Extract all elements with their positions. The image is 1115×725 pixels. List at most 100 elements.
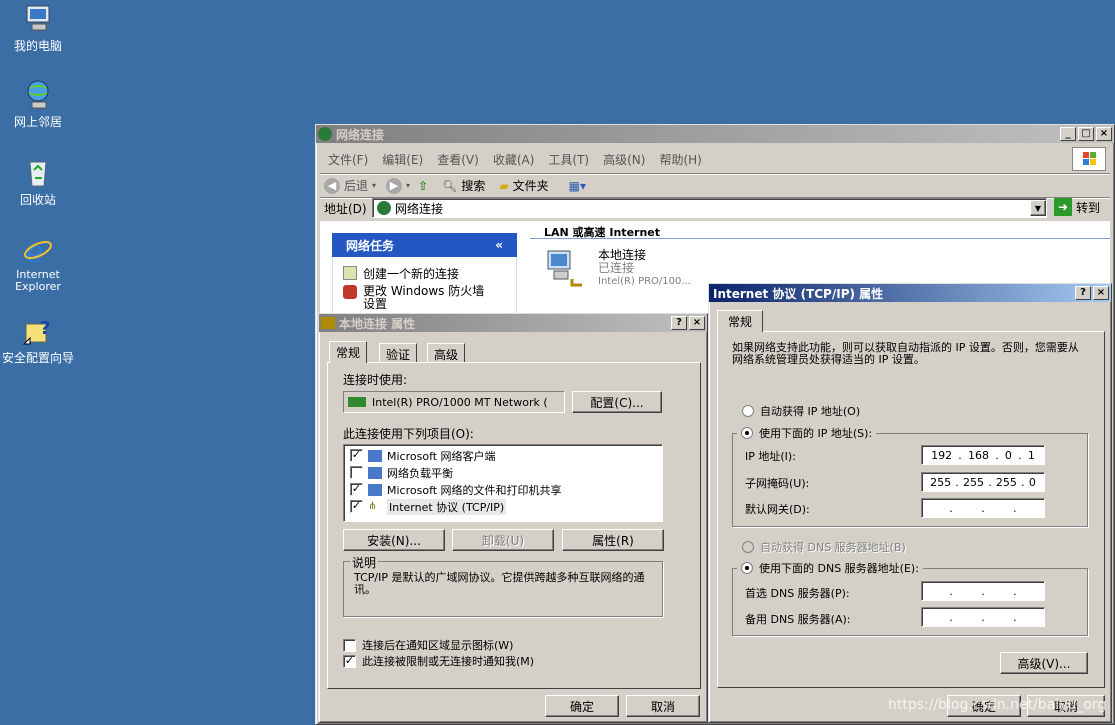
component-checkbox[interactable]: ✓: [350, 483, 363, 496]
menu-help[interactable]: 帮助(H): [659, 153, 701, 167]
notify-checkbox[interactable]: ✓: [343, 654, 356, 668]
component-checkbox[interactable]: [350, 466, 363, 479]
menu-tools[interactable]: 工具(T): [548, 153, 589, 167]
ok-button[interactable]: 确定: [545, 695, 619, 717]
desktop-icon-recycle-bin[interactable]: 回收站: [0, 156, 76, 208]
menu-file[interactable]: 文件(F): [328, 153, 368, 167]
tab-general[interactable]: 常规: [329, 341, 368, 363]
tab-authentication[interactable]: 验证: [379, 343, 418, 363]
collapse-icon[interactable]: «: [495, 238, 503, 252]
notify-option[interactable]: ✓ 此连接被限制或无连接时通知我(M): [343, 653, 534, 669]
folders-button-label[interactable]: 文件夹: [513, 177, 549, 194]
manual-ip-radio[interactable]: [741, 427, 753, 439]
show-icon-option[interactable]: 连接后在通知区域显示图标(W): [343, 637, 513, 653]
tab-panel: 如果网络支持此功能，则可以获取自动指派的 IP 设置。否则，您需要从网络系统管理…: [717, 331, 1105, 688]
back-dropdown-icon[interactable]: ▾: [372, 181, 376, 190]
desktop-icon-network-places[interactable]: 网上邻居: [0, 78, 76, 130]
explorer-titlebar[interactable]: 网络连接 _ □ ×: [316, 125, 1114, 143]
mask-octet: 255: [963, 475, 984, 489]
close-button[interactable]: ×: [689, 316, 705, 330]
menu-advanced[interactable]: 高级(N): [603, 153, 645, 167]
component-checkbox[interactable]: ✓: [350, 500, 363, 513]
desktop-icon-internet-explorer[interactable]: e Internet Explorer: [0, 234, 76, 293]
recycle-bin-icon: [22, 156, 54, 188]
subnet-mask-field[interactable]: 255. 255. 255. 0: [921, 472, 1045, 492]
install-button[interactable]: 安装(N)...: [343, 529, 445, 551]
forward-arrow-icon[interactable]: ▶: [386, 177, 403, 194]
address-bar[interactable]: 网络连接 ▼: [372, 198, 1047, 218]
list-item[interactable]: ✓ Microsoft 网络的文件和打印机共享: [350, 481, 656, 498]
window-title: 网络连接: [336, 127, 385, 142]
my-computer-icon: [22, 2, 54, 34]
back-arrow-icon[interactable]: ◀: [324, 177, 340, 194]
preferred-dns-label: 首选 DNS 服务器(P):: [745, 587, 850, 600]
search-button-label[interactable]: 搜索: [461, 177, 485, 194]
auto-dns-radio[interactable]: [742, 541, 754, 553]
views-icon[interactable]: ▦▾: [569, 179, 586, 193]
task-create-connection[interactable]: 创建一个新的连接: [343, 263, 506, 283]
task-firewall-settings[interactable]: 更改 Windows 防火墙设置: [343, 285, 506, 311]
up-folder-icon[interactable]: ⇧: [418, 179, 428, 193]
list-item[interactable]: ✓ Microsoft 网络客户端: [350, 447, 656, 464]
close-button[interactable]: ×: [1096, 127, 1112, 141]
uninstall-button[interactable]: 卸载(U): [452, 529, 554, 551]
manual-dns-option[interactable]: 使用下面的 DNS 服务器地址(E):: [737, 560, 923, 576]
menu-edit[interactable]: 编辑(E): [382, 153, 423, 167]
maximize-button[interactable]: □: [1078, 127, 1094, 141]
network-card-icon: [348, 397, 366, 407]
manual-dns-label: 使用下面的 DNS 服务器地址(E):: [759, 562, 919, 575]
desktop-icon-my-computer[interactable]: 我的电脑: [0, 2, 76, 54]
network-connections-icon: [318, 127, 332, 141]
help-button[interactable]: ?: [1075, 286, 1091, 300]
list-item[interactable]: 网络负载平衡: [350, 464, 656, 481]
advanced-button[interactable]: 高级(V)...: [1000, 652, 1088, 674]
auto-ip-option[interactable]: 自动获得 IP 地址(O): [742, 403, 860, 419]
local-connection-properties-dialog: 本地连接 属性 ? × 常规 验证 高级 连接时使用: Intel(R) PRO…: [318, 313, 708, 723]
tab-general[interactable]: 常规: [717, 310, 764, 332]
firewall-icon: [343, 285, 357, 299]
desktop-icon-label: 回收站: [19, 193, 56, 207]
alternate-dns-field[interactable]: ...: [921, 607, 1045, 627]
task-panel-header[interactable]: 网络任务 «: [332, 233, 517, 257]
component-checkbox[interactable]: ✓: [350, 449, 363, 462]
mask-octet: 255: [995, 475, 1017, 489]
ip-address-field[interactable]: 192. 168. 0. 1: [921, 445, 1045, 465]
alternate-dns-label: 备用 DNS 服务器(A):: [745, 613, 851, 626]
properties-button[interactable]: 属性(R): [562, 529, 664, 551]
address-dropdown-icon[interactable]: ▼: [1030, 200, 1046, 216]
menu-view[interactable]: 查看(V): [437, 153, 479, 167]
folders-icon[interactable]: ▰: [499, 179, 508, 193]
gateway-field[interactable]: ...: [921, 498, 1045, 518]
configure-button[interactable]: 配置(C)...: [572, 391, 662, 413]
help-button[interactable]: ?: [671, 316, 687, 330]
dialog-titlebar[interactable]: Internet 协议 (TCP/IP) 属性 ? ×: [709, 284, 1111, 302]
menu-favorites[interactable]: 收藏(A): [493, 153, 535, 167]
connect-using-label: 连接时使用:: [343, 373, 408, 387]
minimize-button[interactable]: _: [1060, 127, 1076, 141]
list-item[interactable]: ✓ ⋔ Internet 协议 (TCP/IP): [350, 498, 656, 515]
local-connection-item[interactable]: 本地连接 已连接 Intel(R) PRO/100...: [544, 249, 691, 289]
forward-dropdown-icon[interactable]: ▾: [406, 181, 410, 190]
go-button[interactable]: ➜ 转到: [1054, 198, 1100, 216]
component-label: 网络负载平衡: [387, 466, 453, 480]
description-title: 说明: [350, 554, 379, 571]
back-button-label[interactable]: 后退: [344, 177, 368, 194]
component-label: Microsoft 网络的文件和打印机共享: [387, 483, 562, 497]
show-icon-checkbox[interactable]: [343, 638, 356, 652]
address-label: 地址(D): [324, 202, 367, 216]
manual-ip-option[interactable]: 使用下面的 IP 地址(S):: [737, 425, 877, 441]
tab-advanced[interactable]: 高级: [427, 343, 466, 363]
ip-octet: 168: [968, 448, 989, 462]
manual-dns-radio[interactable]: [741, 562, 753, 574]
cancel-button[interactable]: 取消: [626, 695, 700, 717]
desktop-icon-security-wizard[interactable]: ? 安全配置向导: [0, 314, 76, 366]
preferred-dns-field[interactable]: ...: [921, 581, 1045, 601]
close-button[interactable]: ×: [1093, 286, 1109, 300]
auto-ip-radio[interactable]: [742, 405, 754, 417]
task-label: 创建一个新的连接: [363, 266, 460, 281]
search-icon[interactable]: 🔍︎: [442, 179, 457, 193]
connection-status: 已连接: [598, 261, 635, 275]
dialog-titlebar[interactable]: 本地连接 属性 ? ×: [319, 314, 707, 332]
ip-octet: 192: [931, 448, 953, 462]
auto-dns-option[interactable]: 自动获得 DNS 服务器地址(B): [742, 539, 906, 555]
